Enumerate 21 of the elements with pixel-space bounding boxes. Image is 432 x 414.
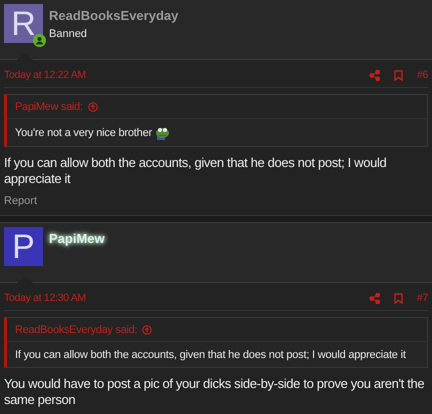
avatar[interactable]: P <box>4 227 43 266</box>
quote-text: You're not a very nice brother <box>15 127 152 139</box>
quote-text: If you can allow both the accounts, given that he does not post; I would appreciate it <box>15 349 406 361</box>
username[interactable]: ReadBooksEveryday <box>49 8 178 23</box>
post-timestamp[interactable]: Today at 12:22 AM <box>4 69 86 81</box>
user-title: Banned <box>49 28 88 40</box>
post-number[interactable]: #7 <box>416 292 428 304</box>
post-timestamp[interactable]: Today at 12:30 AM <box>4 292 86 304</box>
username[interactable]: PapiMew <box>49 231 105 246</box>
share-icon[interactable] <box>368 292 380 304</box>
post-message: You would have to post a pic of your dicks side-by-side to prove you aren't the same person <box>4 376 426 408</box>
post-message: If you can allow both the accounts, given that he does not post; I would appreciate it <box>4 155 388 187</box>
post-number[interactable]: #6 <box>416 69 428 81</box>
share-icon[interactable] <box>368 70 380 80</box>
arrow-up-icon[interactable] <box>142 325 152 335</box>
quote-author[interactable]: ReadBooksEveryday said: <box>15 324 138 336</box>
bookmark-icon[interactable] <box>394 70 403 80</box>
report-link[interactable]: Report <box>4 195 38 207</box>
quote-author[interactable]: PapiMew said: <box>15 101 83 113</box>
arrow-up-icon[interactable] <box>88 102 98 112</box>
bookmark-icon[interactable] <box>394 292 403 304</box>
